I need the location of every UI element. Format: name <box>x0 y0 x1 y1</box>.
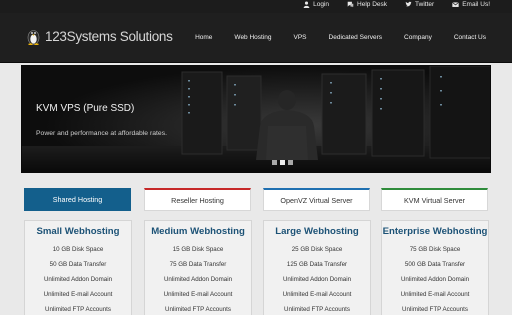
twitter-icon <box>405 1 412 7</box>
help-desk-link[interactable]: Help Desk <box>347 1 387 8</box>
twitter-link[interactable]: Twitter <box>405 1 434 8</box>
plan-feature: Unlimited Addon Domain <box>282 276 352 283</box>
login-link-label: Login <box>313 1 330 8</box>
plan-card-enterprise: Enterprise Webhosting 75 GB Disk Space 5… <box>381 220 489 315</box>
user-icon <box>303 1 310 8</box>
email-link-label: Email Us! <box>462 1 490 8</box>
hero-subtitle: Power and performance at affordable rate… <box>36 130 167 137</box>
plan-category-tabs: Shared Hosting Reseller Hosting OpenVZ V… <box>24 188 490 211</box>
nav-home[interactable]: Home <box>195 34 212 41</box>
plan-feature: 10 GB Disk Space <box>52 246 104 253</box>
plan-title: Small Webhosting <box>36 226 120 237</box>
plan-feature: 75 GB Disk Space <box>409 246 461 253</box>
plan-title: Medium Webhosting <box>151 226 245 237</box>
plan-card-medium: Medium Webhosting 15 GB Disk Space 75 GB… <box>144 220 252 315</box>
slider-dot-1[interactable] <box>272 160 277 165</box>
nav-vps[interactable]: VPS <box>294 34 307 41</box>
main-nav: Home Web Hosting VPS Dedicated Servers C… <box>195 34 486 41</box>
penguin-icon <box>27 30 40 45</box>
slider-pagination <box>272 160 293 165</box>
plan-feature: 125 GB Data Transfer <box>286 261 348 268</box>
plan-feature: Unlimited E-mail Account <box>43 291 113 298</box>
plan-feature: Unlimited FTP Accounts <box>284 306 350 313</box>
slider-dot-2[interactable] <box>280 160 285 165</box>
email-icon <box>452 2 460 7</box>
plan-feature: 15 GB Disk Space <box>172 246 224 253</box>
hero-slider[interactable]: KVM VPS (Pure SSD) Power and performance… <box>21 65 491 173</box>
hero-datacenter-image <box>22 66 490 172</box>
slider-dot-3[interactable] <box>288 160 293 165</box>
plan-card-small: Small Webhosting 10 GB Disk Space 50 GB … <box>24 220 132 315</box>
plan-feature: 500 GB Data Transfer <box>404 261 466 268</box>
login-link[interactable]: Login <box>303 1 329 8</box>
top-utility-bar: Login Help Desk Twitter Email Us! <box>0 0 512 13</box>
nav-dedicated-servers[interactable]: Dedicated Servers <box>329 34 382 41</box>
email-link[interactable]: Email Us! <box>452 1 490 8</box>
plan-feature: 75 GB Data Transfer <box>169 261 227 268</box>
plan-card-large: Large Webhosting 25 GB Disk Space 125 GB… <box>263 220 371 315</box>
tab-kvm-virtual-server[interactable]: KVM Virtual Server <box>381 188 488 211</box>
nav-web-hosting[interactable]: Web Hosting <box>234 34 271 41</box>
nav-company[interactable]: Company <box>404 34 432 41</box>
plan-feature: Unlimited E-mail Account <box>400 291 470 298</box>
chat-icon <box>347 1 354 8</box>
plan-title: Large Webhosting <box>275 226 359 237</box>
plan-feature: Unlimited FTP Accounts <box>165 306 231 313</box>
nav-contact-us[interactable]: Contact Us <box>454 34 486 41</box>
plan-title: Enterprise Webhosting <box>382 226 488 237</box>
site-logo[interactable]: 123Systems Solutions <box>26 28 173 45</box>
plan-feature: Unlimited E-mail Account <box>282 291 352 298</box>
hero-title: KVM VPS (Pure SSD) <box>36 103 135 114</box>
tab-shared-hosting[interactable]: Shared Hosting <box>24 188 131 211</box>
plan-feature: Unlimited Addon Domain <box>400 276 470 283</box>
main-header: 123Systems Solutions Home Web Hosting VP… <box>0 13 512 63</box>
tab-reseller-hosting[interactable]: Reseller Hosting <box>144 188 251 211</box>
plan-feature: 50 GB Data Transfer <box>49 261 107 268</box>
tab-openvz-virtual-server[interactable]: OpenVZ Virtual Server <box>263 188 370 211</box>
top-links: Login Help Desk Twitter Email Us! <box>303 1 490 8</box>
plan-feature: Unlimited FTP Accounts <box>45 306 111 313</box>
twitter-link-label: Twitter <box>415 1 435 8</box>
help-desk-link-label: Help Desk <box>357 1 388 8</box>
logo-text: 123Systems Solutions <box>45 29 173 44</box>
plan-feature: Unlimited Addon Domain <box>163 276 233 283</box>
plan-feature: Unlimited E-mail Account <box>163 291 233 298</box>
plan-feature: 25 GB Disk Space <box>291 246 343 253</box>
plan-feature: Unlimited FTP Accounts <box>402 306 468 313</box>
plan-feature: Unlimited Addon Domain <box>43 276 113 283</box>
